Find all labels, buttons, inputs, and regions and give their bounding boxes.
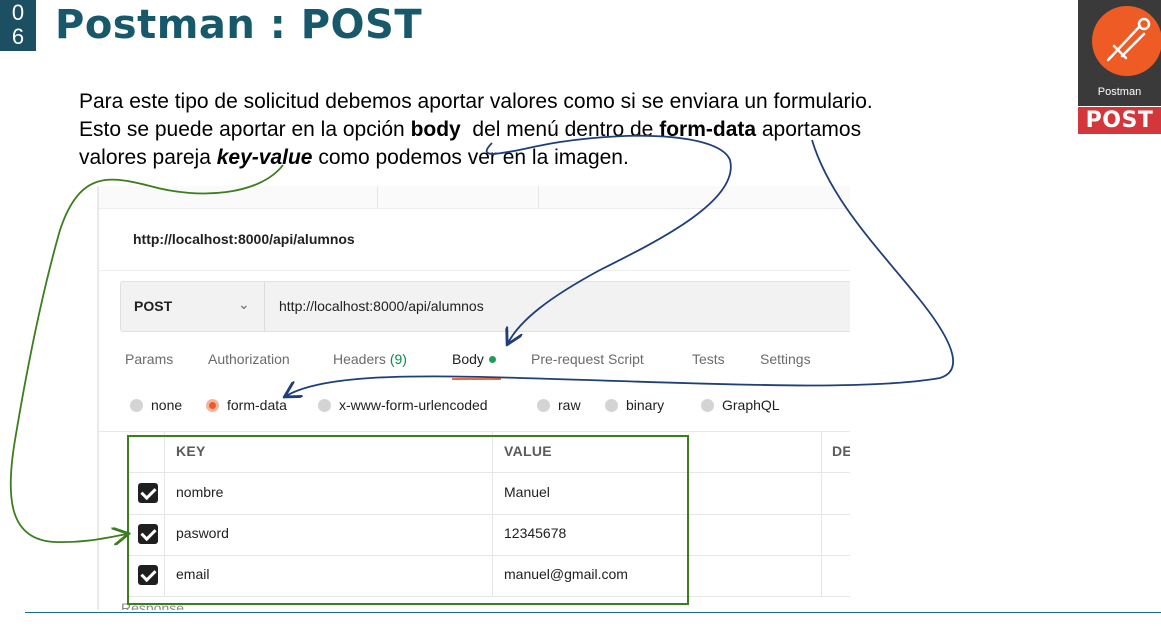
radio-label: none	[151, 397, 183, 413]
headers-count: (9)	[389, 351, 407, 367]
request-name: http://localhost:8000/api/alumnos	[133, 231, 355, 247]
slide-title: Postman : POST	[55, 2, 423, 48]
tab-strip	[97, 186, 850, 208]
radio-form-data[interactable]: form-data	[206, 397, 287, 413]
divider	[264, 282, 265, 331]
radio-selected-icon	[206, 399, 219, 412]
tab-settings[interactable]: Settings	[760, 351, 811, 367]
row-checkbox[interactable]	[138, 565, 158, 585]
url-bar: POST ⌄ http://localhost:8000/api/alumnos	[120, 281, 850, 332]
postman-astronaut-icon	[1092, 6, 1161, 76]
row-value[interactable]: Manuel	[504, 484, 550, 500]
column-header-value: VALUE	[504, 443, 552, 459]
radio-circle-icon	[701, 399, 714, 412]
tab-label: Body	[452, 351, 484, 367]
radio-label: binary	[626, 397, 665, 413]
paragraph-line-1: Para este tipo de solicitud debemos apor…	[79, 90, 873, 113]
radio-label: form-data	[227, 397, 287, 413]
tab-tests[interactable]: Tests	[692, 351, 725, 367]
tab-authorization[interactable]: Authorization	[208, 351, 290, 367]
radio-circle-icon	[537, 399, 550, 412]
row-checkbox[interactable]	[138, 524, 158, 544]
radio-circle-icon	[605, 399, 618, 412]
post-badge: POST	[1078, 107, 1161, 134]
radio-label: raw	[558, 397, 581, 413]
row-divider	[128, 596, 850, 597]
tab-headers[interactable]: Headers (9)	[333, 351, 407, 367]
row-value[interactable]: 12345678	[504, 525, 566, 541]
method-select[interactable]: POST	[134, 298, 172, 314]
divider	[97, 186, 99, 610]
divider	[97, 270, 850, 271]
active-dot-icon	[488, 356, 496, 363]
tab-label: Headers	[333, 351, 386, 367]
row-value[interactable]: manuel@gmail.com	[504, 566, 628, 582]
explanation-paragraph: Para este tipo de solicitud debemos apor…	[79, 88, 979, 172]
divider	[97, 431, 850, 432]
paragraph-line-2: Esto se puede aportar en la opción body …	[79, 116, 979, 144]
radio-binary[interactable]: binary	[605, 397, 664, 413]
slide-number-digit: 0	[11, 0, 25, 25]
row-key[interactable]: nombre	[176, 484, 223, 500]
postman-screenshot: http://localhost:8000/api/alumnos POST ⌄…	[97, 186, 850, 610]
divider	[97, 208, 850, 209]
row-divider	[128, 514, 850, 515]
column-header-key: KEY	[176, 443, 206, 459]
radio-x-www-form-urlencoded[interactable]: x-www-form-urlencoded	[318, 397, 488, 413]
row-key[interactable]: pasword	[176, 525, 229, 541]
slide-number-digit: 6	[11, 24, 25, 49]
radio-none[interactable]: none	[130, 397, 182, 413]
tab-body[interactable]: Body	[452, 351, 496, 367]
radio-label: x-www-form-urlencoded	[339, 397, 488, 413]
body-keyword: body	[410, 118, 461, 141]
text-fragment: Esto se puede aportar en la opción	[79, 118, 411, 141]
tab-pre-request-script[interactable]: Pre-request Script	[531, 351, 644, 367]
form-data-keyword: form-data	[659, 118, 757, 141]
radio-label: GraphQL	[722, 397, 780, 413]
radio-raw[interactable]: raw	[537, 397, 581, 413]
key-value-keyword: key-value	[216, 146, 313, 169]
radio-circle-icon	[130, 399, 143, 412]
row-checkbox[interactable]	[138, 483, 158, 503]
column-header-description: DE	[832, 443, 850, 459]
radio-graphql[interactable]: GraphQL	[701, 397, 780, 413]
postman-logo-text: Postman	[1097, 86, 1142, 98]
divider	[377, 186, 378, 208]
divider	[538, 186, 539, 208]
row-divider	[128, 472, 850, 473]
postman-logo: Postman	[1078, 0, 1161, 106]
radio-circle-icon	[318, 399, 331, 412]
text-fragment: valores pareja	[79, 146, 217, 169]
text-fragment: aportamos	[756, 118, 862, 141]
tab-params[interactable]: Params	[125, 351, 173, 367]
paragraph-line-3: valores pareja key-value como podemos ve…	[79, 144, 979, 172]
row-key[interactable]: email	[176, 566, 209, 582]
slide-number: 0 6	[0, 0, 36, 51]
active-tab-underline	[452, 378, 501, 380]
url-input[interactable]: http://localhost:8000/api/alumnos	[279, 298, 484, 314]
text-fragment: como podemos ver en la imagen.	[312, 146, 629, 169]
footer-rule	[25, 612, 1161, 613]
response-label: Response	[121, 600, 185, 610]
chevron-down-icon[interactable]: ⌄	[238, 296, 250, 313]
text-fragment: del menú dentro de	[460, 118, 660, 141]
row-divider	[128, 555, 850, 556]
